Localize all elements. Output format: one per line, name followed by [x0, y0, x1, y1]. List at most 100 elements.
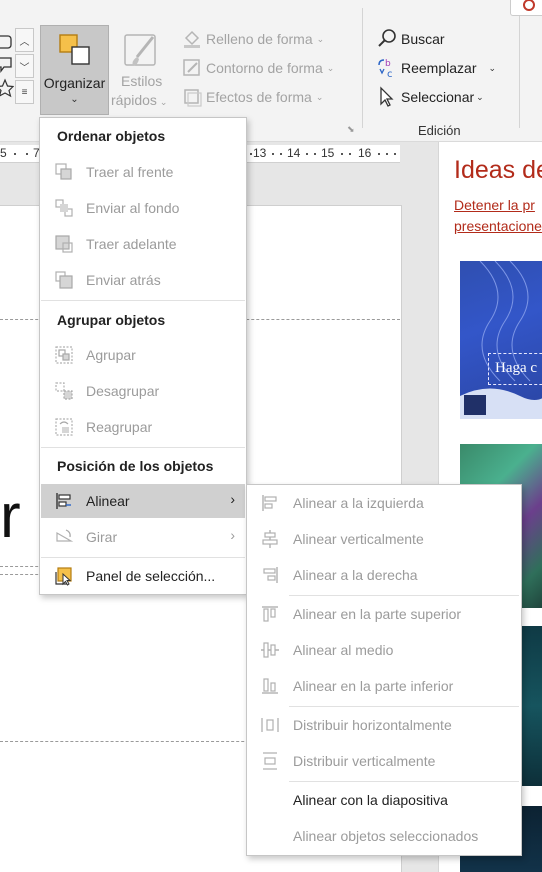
- distribuir-vertical-label: Distribuir verticalmente: [293, 753, 436, 769]
- align-left-icon: [262, 495, 277, 511]
- alinear-derecha-label: Alinear a la derecha: [293, 567, 418, 583]
- rectangle-shape-icon[interactable]: [0, 32, 14, 52]
- alinear-derecha-item[interactable]: Alinear a la derecha: [248, 558, 520, 592]
- search-icon: [378, 29, 396, 47]
- enviar-atras-item[interactable]: Enviar atrás: [41, 263, 245, 297]
- seleccionar-button[interactable]: Seleccionar ⌄: [376, 85, 484, 109]
- menu-header-position: Posición de los objetos: [57, 458, 214, 474]
- alinear-inferior-item[interactable]: Alinear en la parte inferior: [248, 669, 520, 703]
- bring-to-front-icon: [55, 163, 72, 180]
- ruler-dot: [341, 153, 343, 155]
- ruler-dot: [280, 153, 282, 155]
- selection-pane-icon: [55, 567, 72, 586]
- contorno-forma-button[interactable]: Contorno de forma ⌄: [182, 57, 334, 79]
- buscar-button[interactable]: Buscar: [376, 27, 445, 51]
- efectos-label: Efectos de forma: [206, 89, 312, 105]
- rotate-icon: [56, 529, 74, 542]
- menu-separator: [289, 781, 519, 782]
- girar-item[interactable]: Girar ›: [41, 520, 245, 554]
- alinear-verticalmente-label: Alinear verticalmente: [293, 531, 424, 547]
- alinear-verticalmente-item[interactable]: Alinear verticalmente: [248, 522, 520, 556]
- callout-shape-icon[interactable]: [0, 54, 14, 74]
- alinear-izquierda-label: Alinear a la izquierda: [293, 495, 424, 511]
- reemplazar-label: Reemplazar: [401, 60, 477, 76]
- rapidos-label: rápidos ⌄: [111, 92, 168, 108]
- agrupar-item[interactable]: Agrupar: [41, 338, 245, 372]
- distribuir-horizontal-label: Distribuir horizontalmente: [293, 717, 452, 733]
- record-button[interactable]: [510, 0, 542, 16]
- relleno-forma-button[interactable]: Relleno de forma ⌄: [182, 28, 324, 50]
- chevron-up-icon: ︿: [19, 36, 30, 48]
- menu-separator: [289, 706, 519, 707]
- organizar-button[interactable]: Organizar ⌄: [40, 25, 109, 115]
- distribuir-vertical-item[interactable]: Distribuir verticalmente: [248, 744, 520, 778]
- slide-title-text[interactable]: r: [0, 481, 21, 552]
- enviar-al-fondo-item[interactable]: Enviar al fondo: [41, 191, 245, 225]
- alinear-izquierda-item[interactable]: Alinear a la izquierda: [248, 486, 520, 520]
- group-icon: [55, 346, 73, 364]
- enviar-al-fondo-label: Enviar al fondo: [86, 200, 180, 216]
- ruler-tick: 14: [287, 146, 301, 160]
- stop-designer-link-continued[interactable]: presentacione: [454, 218, 542, 234]
- align-right-icon: [263, 567, 278, 583]
- cursor-arrow-icon: [380, 86, 394, 107]
- pencil-outline-icon: [183, 59, 200, 76]
- arrange-icon: [59, 34, 90, 65]
- alinear-objetos-seleccionados-item[interactable]: Alinear objetos seleccionados: [248, 819, 520, 853]
- menu-separator: [41, 447, 245, 448]
- chevron-right-icon: ›: [230, 491, 235, 507]
- ruler-tick: 16: [358, 146, 372, 160]
- reagrupar-label: Reagrupar: [86, 419, 153, 435]
- estilos-rapidos-button[interactable]: Estilos rápidos ⌄: [111, 25, 175, 115]
- menu-separator: [41, 300, 245, 301]
- gallery-scroll-up-button[interactable]: ︿: [15, 28, 34, 52]
- seleccionar-label: Seleccionar: [401, 89, 475, 105]
- ribbon-divider: [362, 8, 363, 128]
- design-idea-thumbnail[interactable]: Haga c: [460, 261, 542, 419]
- ungroup-icon: [55, 382, 73, 400]
- quick-styles-icon: [124, 34, 156, 66]
- chevron-down-icon: ﹀: [19, 62, 30, 74]
- panel-seleccion-label: Panel de selección...: [86, 568, 216, 584]
- panel-seleccion-item[interactable]: Panel de selección...: [41, 559, 245, 593]
- menu-header-order: Ordenar objetos: [57, 128, 166, 144]
- alinear-medio-label: Alinear al medio: [293, 642, 394, 658]
- alinear-medio-item[interactable]: Alinear al medio: [248, 633, 520, 667]
- star-shape-icon[interactable]: [0, 78, 15, 98]
- send-to-back-icon: [55, 199, 73, 217]
- traer-adelante-item[interactable]: Traer adelante: [41, 227, 245, 261]
- ruler-tick: 15: [321, 146, 335, 160]
- distribute-horizontal-icon: [261, 718, 279, 732]
- ruler-dot: [378, 153, 380, 155]
- alinear-objetos-seleccionados-label: Alinear objetos seleccionados: [293, 828, 479, 844]
- align-submenu: Alinear a la izquierda Alinear verticalm…: [246, 484, 522, 856]
- ruler-dot: [386, 153, 388, 155]
- stop-designer-link[interactable]: Detener la pr: [454, 197, 535, 213]
- dialog-launcher-icon[interactable]: ⬊: [347, 124, 359, 136]
- traer-adelante-label: Traer adelante: [86, 236, 177, 252]
- reemplazar-button[interactable]: bc Reemplazar ⌄: [376, 56, 496, 80]
- thumbnail-title-text: Haga c: [488, 353, 542, 385]
- ruler-dot: [250, 153, 252, 155]
- svg-text:b: b: [385, 59, 391, 69]
- alinear-item[interactable]: Alinear ›: [41, 484, 245, 518]
- efectos-forma-button[interactable]: Efectos de forma ⌄: [182, 86, 323, 108]
- menu-separator: [289, 595, 519, 596]
- align-left-icon: [56, 493, 71, 509]
- video-badge-icon: [464, 395, 486, 415]
- alinear-superior-item[interactable]: Alinear en la parte superior: [248, 597, 520, 631]
- ruler-dot: [394, 153, 396, 155]
- alinear-con-diapositiva-item[interactable]: Alinear con la diapositiva: [248, 783, 520, 817]
- gallery-more-button[interactable]: ≡: [15, 80, 34, 104]
- send-backward-icon: [55, 271, 73, 289]
- menu-header-group: Agrupar objetos: [57, 312, 166, 328]
- record-icon: [523, 0, 535, 11]
- alinear-label: Alinear: [86, 493, 130, 509]
- reagrupar-item[interactable]: Reagrupar: [41, 410, 245, 444]
- desagrupar-item[interactable]: Desagrupar: [41, 374, 245, 408]
- traer-al-frente-item[interactable]: Traer al frente: [41, 155, 245, 189]
- gallery-scroll-down-button[interactable]: ﹀: [15, 54, 34, 78]
- buscar-label: Buscar: [401, 31, 445, 47]
- distribuir-horizontal-item[interactable]: Distribuir horizontalmente: [248, 708, 520, 742]
- alinear-inferior-label: Alinear en la parte inferior: [293, 678, 454, 694]
